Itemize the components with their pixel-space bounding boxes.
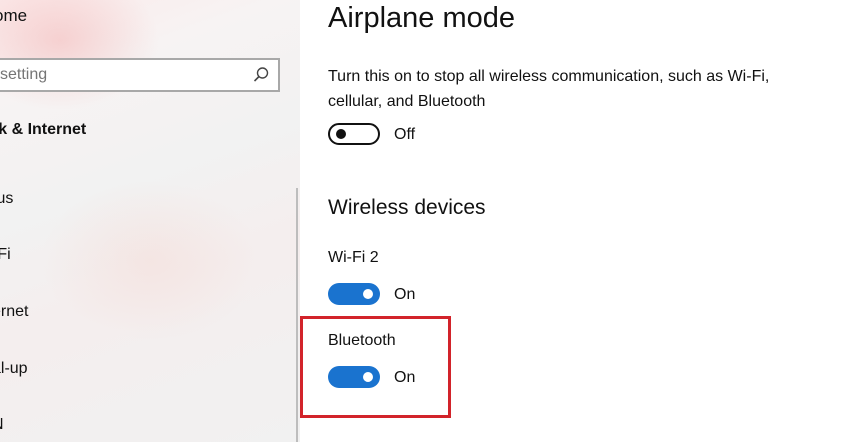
- wifi-toggle-state-label: On: [394, 286, 416, 303]
- sidebar-item-status[interactable]: tus: [0, 190, 13, 208]
- toggle-knob: [363, 372, 373, 382]
- airplane-toggle-state-label: Off: [394, 126, 416, 143]
- sidebar-item-dialup[interactable]: al-up: [0, 360, 28, 378]
- toggle-knob: [363, 289, 373, 299]
- toggle-knob: [336, 129, 346, 139]
- airplane-mode-toggle[interactable]: [328, 123, 380, 145]
- sidebar-home-item[interactable]: ome: [0, 6, 27, 26]
- main-panel: Airplane mode Turn this on to stop all w…: [300, 0, 845, 442]
- airplane-description: Turn this on to stop all wireless commun…: [328, 68, 770, 110]
- search-box[interactable]: [0, 58, 280, 92]
- search-icon[interactable]: [252, 66, 270, 84]
- page-title: Airplane mode: [328, 2, 515, 34]
- search-input[interactable]: [0, 66, 238, 84]
- bluetooth-device-label: Bluetooth: [328, 332, 396, 349]
- wireless-devices-heading: Wireless devices: [328, 196, 486, 219]
- sidebar-item-ethernet[interactable]: ernet: [0, 303, 28, 321]
- settings-window: ome rk & Internet tus -Fi ernet al-up N …: [0, 0, 845, 442]
- sidebar-item-vpn[interactable]: N: [0, 416, 4, 434]
- wifi-toggle[interactable]: [328, 283, 380, 305]
- wifi-device-label: Wi-Fi 2: [328, 249, 379, 266]
- sidebar: ome rk & Internet tus -Fi ernet al-up N: [0, 0, 300, 442]
- sidebar-section-title: rk & Internet: [0, 121, 87, 138]
- sidebar-scrollbar[interactable]: [296, 188, 298, 442]
- bluetooth-toggle[interactable]: [328, 366, 380, 388]
- sidebar-item-wifi[interactable]: -Fi: [0, 246, 11, 264]
- bluetooth-toggle-state-label: On: [394, 369, 416, 386]
